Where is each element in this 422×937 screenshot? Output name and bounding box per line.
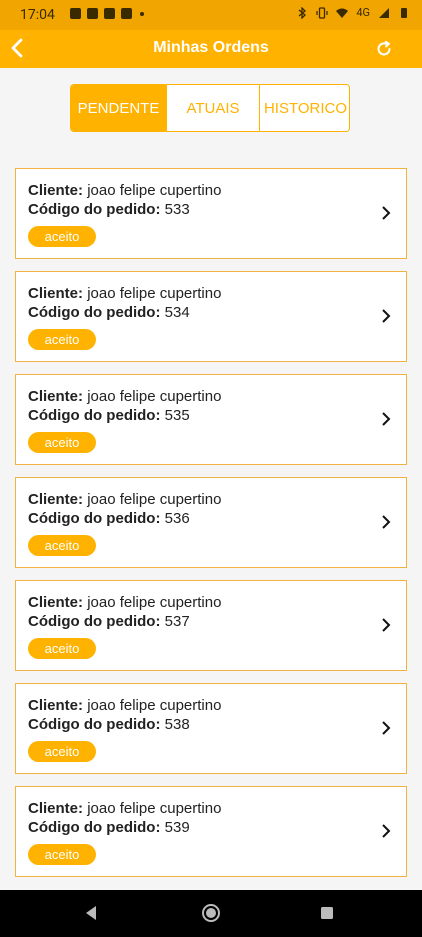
order-card[interactable]: Cliente: joao felipe cupertino Código do… [15,271,407,362]
status-bar: 17:04 4G [0,0,422,30]
client-name: joao felipe cupertino [87,491,222,508]
order-code-line: Código do pedido: 539 [28,819,190,836]
status-badge: aceito [28,432,96,453]
chevron-right-icon [382,515,391,529]
order-code-line: Código do pedido: 533 [28,201,190,218]
client-label: Cliente: [28,594,84,611]
order-card[interactable]: Cliente: joao felipe cupertino Código do… [15,786,407,877]
client-name: joao felipe cupertino [87,594,222,611]
client-name: joao felipe cupertino [87,800,222,817]
order-card[interactable]: Cliente: joao felipe cupertino Código do… [15,374,407,465]
order-code-label: Código do pedido: [28,304,161,321]
client-line: Cliente: joao felipe cupertino [28,388,221,405]
status-badge: aceito [28,741,96,762]
client-line: Cliente: joao felipe cupertino [28,800,221,817]
order-code: 537 [164,613,190,630]
order-code: 539 [164,819,190,836]
client-line: Cliente: joao felipe cupertino [28,594,221,611]
vibrate-icon [316,6,328,19]
nav-home-icon[interactable] [200,902,222,924]
order-card[interactable]: Cliente: joao felipe cupertino Código do… [15,683,407,774]
chevron-right-icon [382,309,391,323]
order-card[interactable]: Cliente: joao felipe cupertino Código do… [15,580,407,671]
sim-icon [104,8,115,19]
wifi-icon [336,8,349,18]
order-code-label: Código do pedido: [28,510,161,527]
tab-atuais[interactable]: ATUAIS [166,85,259,131]
order-code-line: Código do pedido: 535 [28,407,190,424]
order-tabs: PENDENTE ATUAIS HISTORICO [70,84,350,132]
status-badge: aceito [28,226,96,247]
client-label: Cliente: [28,285,84,302]
app-bar: Minhas Ordens [0,30,422,68]
client-label: Cliente: [28,182,84,199]
status-badge: aceito [28,329,96,350]
system-nav-bar [0,890,422,937]
client-name: joao felipe cupertino [87,182,222,199]
order-code: 536 [164,510,190,527]
chevron-right-icon [382,824,391,838]
client-line: Cliente: joao felipe cupertino [28,697,221,714]
order-code-line: Código do pedido: 534 [28,304,190,321]
order-code-label: Código do pedido: [28,716,161,733]
image-icon [121,8,132,19]
client-name: joao felipe cupertino [87,285,222,302]
network-label: 4G [356,6,370,19]
order-code-line: Código do pedido: 538 [28,716,190,733]
order-code: 538 [164,716,190,733]
status-time: 17:04 [20,7,55,23]
order-code-label: Código do pedido: [28,613,161,630]
notification-icons [70,8,144,19]
chevron-right-icon [382,206,391,220]
client-label: Cliente: [28,697,84,714]
orders-list: Cliente: joao felipe cupertino Código do… [15,168,407,889]
client-name: joao felipe cupertino [87,388,222,405]
order-code: 533 [164,201,190,218]
chevron-right-icon [382,618,391,632]
client-line: Cliente: joao felipe cupertino [28,182,221,199]
chevron-right-icon [382,721,391,735]
client-label: Cliente: [28,388,84,405]
client-name: joao felipe cupertino [87,697,222,714]
status-badge: aceito [28,535,96,556]
tab-historico[interactable]: HISTORICO [259,85,349,131]
order-code-line: Código do pedido: 536 [28,510,190,527]
page-title: Minhas Ordens [153,39,269,56]
battery-icon [401,7,407,18]
bluetooth-icon [298,6,307,19]
order-code-label: Código do pedido: [28,407,161,424]
order-code-label: Código do pedido: [28,819,161,836]
client-label: Cliente: [28,800,84,817]
status-badge: aceito [28,638,96,659]
order-code: 534 [164,304,190,321]
order-code-line: Código do pedido: 537 [28,613,190,630]
nav-back-icon[interactable] [80,902,102,924]
more-notifications-dot [140,12,144,16]
nav-recents-icon[interactable] [316,902,338,924]
signal-icon [379,7,389,18]
client-label: Cliente: [28,491,84,508]
order-card[interactable]: Cliente: joao felipe cupertino Código do… [15,477,407,568]
order-code: 535 [164,407,190,424]
order-card[interactable]: Cliente: joao felipe cupertino Código do… [15,168,407,259]
refresh-icon[interactable] [374,39,394,59]
system-icons: 4G [296,6,410,19]
status-badge: aceito [28,844,96,865]
tab-pendente[interactable]: PENDENTE [71,85,166,131]
message-icon [70,8,81,19]
client-line: Cliente: joao felipe cupertino [28,491,221,508]
news-icon [87,8,98,19]
client-line: Cliente: joao felipe cupertino [28,285,221,302]
order-code-label: Código do pedido: [28,201,161,218]
chevron-right-icon [382,412,391,426]
